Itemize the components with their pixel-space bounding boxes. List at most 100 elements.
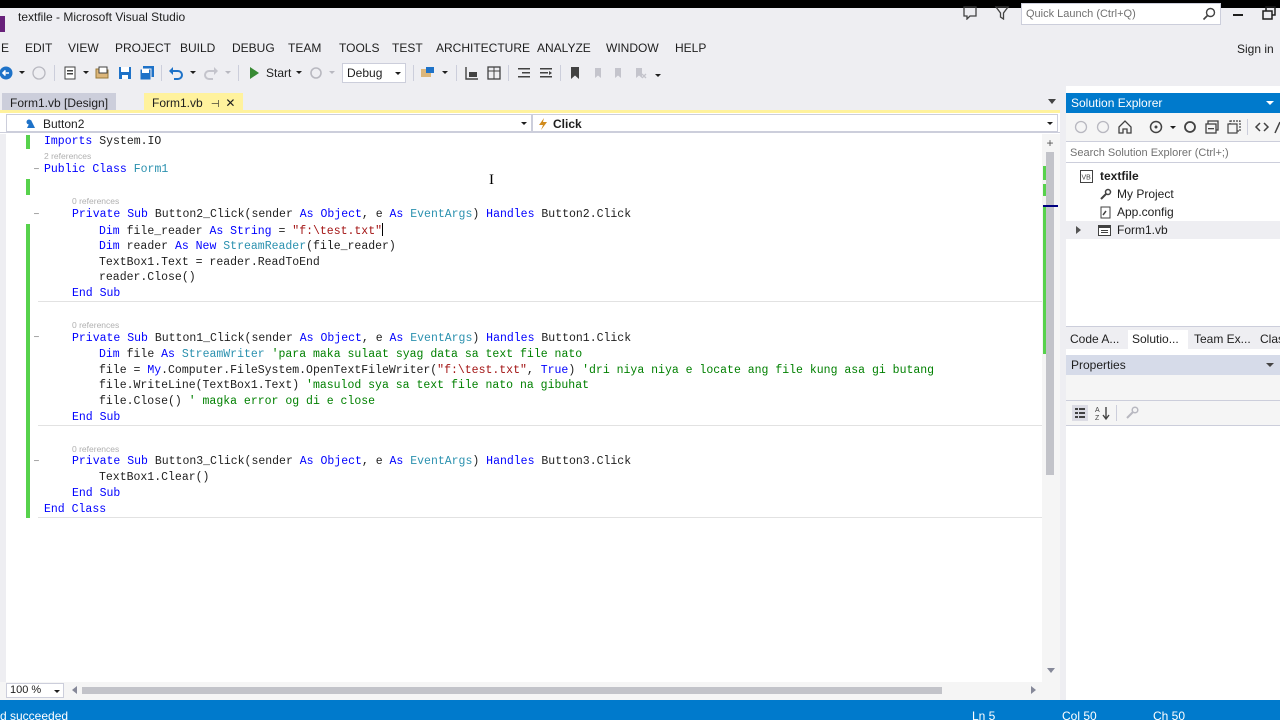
menu-help[interactable]: HELP: [675, 41, 706, 55]
clear-bookmarks-icon[interactable]: [632, 65, 648, 81]
layout-icon[interactable]: [486, 65, 502, 81]
menu-analyze[interactable]: ANALYZE: [537, 41, 591, 55]
close-icon[interactable]: ✕: [225, 96, 235, 110]
code-line[interactable]: Public Class Form1: [44, 162, 168, 178]
tree-item-project[interactable]: VB textfile: [1066, 167, 1280, 185]
solution-search-input[interactable]: [1070, 145, 1270, 161]
property-pages-wrench-icon[interactable]: [1124, 405, 1140, 421]
menu-test[interactable]: TEST: [392, 41, 423, 55]
undo-dropdown-icon[interactable]: [190, 71, 196, 74]
properties-header[interactable]: Properties: [1066, 355, 1280, 375]
toolbar-options-icon[interactable]: [655, 74, 661, 77]
split-window-icon[interactable]: +: [1045, 137, 1055, 149]
filter-dropdown-icon[interactable]: [1170, 126, 1176, 129]
refresh-icon[interactable]: [308, 65, 324, 81]
code-line[interactable]: Dim file As StreamWriter 'para maka sula…: [99, 347, 582, 363]
home-icon[interactable]: [1117, 119, 1133, 135]
tab-code-analysis[interactable]: Code A...: [1066, 330, 1126, 350]
menu-team[interactable]: TEAM: [288, 41, 321, 55]
menu-window[interactable]: WINDOW: [606, 41, 659, 55]
browser-link-dropdown-icon[interactable]: [442, 71, 448, 74]
code-line[interactable]: Private Sub Button3_Click(sender As Obje…: [72, 454, 631, 470]
prev-bookmark-icon[interactable]: [589, 65, 605, 81]
menu-debug[interactable]: DEBUG: [232, 41, 275, 55]
code-line[interactable]: Dim reader As New StreamReader(file_read…: [99, 239, 396, 255]
bookmark-icon[interactable]: [567, 65, 583, 81]
zoom-level-select[interactable]: 100 %: [6, 683, 64, 698]
codelens-references[interactable]: 0 references: [72, 320, 119, 330]
codelens-references[interactable]: 0 references: [72, 444, 119, 454]
back-icon[interactable]: [1074, 120, 1088, 134]
browser-link-icon[interactable]: [420, 65, 436, 81]
minimize-icon[interactable]: [1232, 8, 1244, 20]
panel-options-icon[interactable]: [1266, 363, 1274, 367]
alphabetical-sort-icon[interactable]: AZ: [1094, 405, 1110, 421]
code-line[interactable]: End Class: [44, 502, 106, 518]
menu-project[interactable]: PROJECT: [115, 41, 171, 55]
member-type-dropdown[interactable]: Button2: [6, 114, 532, 132]
pending-changes-filter-icon[interactable]: [1148, 119, 1164, 135]
menu-build[interactable]: BUILD: [180, 41, 215, 55]
menu-file[interactable]: E: [1, 41, 9, 55]
code-line[interactable]: file.WriteLine(TextBox1.Text) 'masulod s…: [99, 378, 589, 394]
show-all-files-icon[interactable]: [1226, 119, 1242, 135]
new-dropdown-icon[interactable]: [83, 71, 89, 74]
panel-options-icon[interactable]: [1266, 101, 1274, 105]
collapse-method-icon[interactable]: −: [32, 334, 41, 344]
code-line[interactable]: file = My.Computer.FileSystem.OpenTextFi…: [99, 363, 934, 379]
collapse-all-icon[interactable]: [1204, 119, 1220, 135]
back-icon[interactable]: [0, 65, 14, 81]
forward-icon[interactable]: [1096, 120, 1110, 134]
solution-search-box[interactable]: [1066, 141, 1280, 163]
code-line[interactable]: End Sub: [72, 286, 120, 302]
solution-configuration-select[interactable]: Debug: [342, 63, 406, 83]
code-line[interactable]: Private Sub Button1_Click(sender As Obje…: [72, 331, 631, 347]
open-file-icon[interactable]: [95, 65, 111, 81]
scroll-down-icon[interactable]: [1047, 668, 1055, 673]
horizontal-scroll-thumb[interactable]: [82, 687, 942, 694]
collapse-method-icon[interactable]: −: [32, 211, 41, 221]
find-in-files-icon[interactable]: [464, 65, 480, 81]
start-button-label[interactable]: Start: [266, 66, 291, 80]
new-project-icon[interactable]: [62, 65, 78, 81]
forward-icon[interactable]: [31, 65, 47, 81]
expand-icon[interactable]: [1076, 226, 1081, 234]
menu-view[interactable]: VIEW: [68, 41, 99, 55]
event-dropdown[interactable]: Click: [532, 114, 1058, 132]
code-line[interactable]: End Sub: [72, 486, 120, 502]
codelens-references[interactable]: 2 references: [44, 151, 91, 161]
code-line[interactable]: TextBox1.Text = reader.ReadToEnd: [99, 255, 320, 271]
feedback-icon[interactable]: [994, 6, 1010, 20]
tab-solution-explorer[interactable]: Solutio...: [1128, 330, 1188, 350]
sync-icon[interactable]: [1182, 119, 1198, 135]
tab-overflow-icon[interactable]: [1048, 99, 1056, 104]
code-line[interactable]: End Sub: [72, 410, 120, 426]
quick-launch-box[interactable]: [1021, 3, 1221, 25]
properties-grid[interactable]: [1066, 425, 1280, 700]
menu-architecture[interactable]: ARCHITECTURE: [436, 41, 530, 55]
scroll-left-icon[interactable]: [72, 686, 77, 694]
solution-explorer-header[interactable]: Solution Explorer: [1066, 93, 1280, 113]
back-dropdown-icon[interactable]: [19, 71, 25, 74]
menu-edit[interactable]: EDIT: [25, 41, 52, 55]
view-code-icon[interactable]: [1254, 119, 1270, 135]
quick-launch-input[interactable]: [1026, 6, 1196, 22]
redo-dropdown-icon[interactable]: [225, 71, 231, 74]
collapse-method-icon[interactable]: −: [32, 458, 41, 468]
redo-icon[interactable]: [203, 65, 219, 81]
restore-window-icon[interactable]: [1262, 6, 1276, 20]
save-all-icon[interactable]: [139, 65, 155, 81]
code-line[interactable]: file.Close() ' magka error og di e close: [99, 394, 375, 410]
save-icon[interactable]: [117, 65, 133, 81]
next-bookmark-icon[interactable]: [611, 65, 627, 81]
decrease-indent-icon[interactable]: [516, 65, 532, 81]
menu-tools[interactable]: TOOLS: [339, 41, 379, 55]
categorized-icon[interactable]: [1072, 405, 1088, 421]
code-line[interactable]: Private Sub Button2_Click(sender As Obje…: [72, 207, 631, 223]
start-play-icon[interactable]: [246, 65, 262, 81]
undo-icon[interactable]: [168, 65, 184, 81]
tree-item-form1[interactable]: Form1.vb: [1066, 221, 1280, 239]
code-line[interactable]: TextBox1.Clear(): [99, 470, 209, 486]
codelens-references[interactable]: 0 references: [72, 196, 119, 206]
tab-class-view[interactable]: Clas: [1256, 330, 1280, 350]
